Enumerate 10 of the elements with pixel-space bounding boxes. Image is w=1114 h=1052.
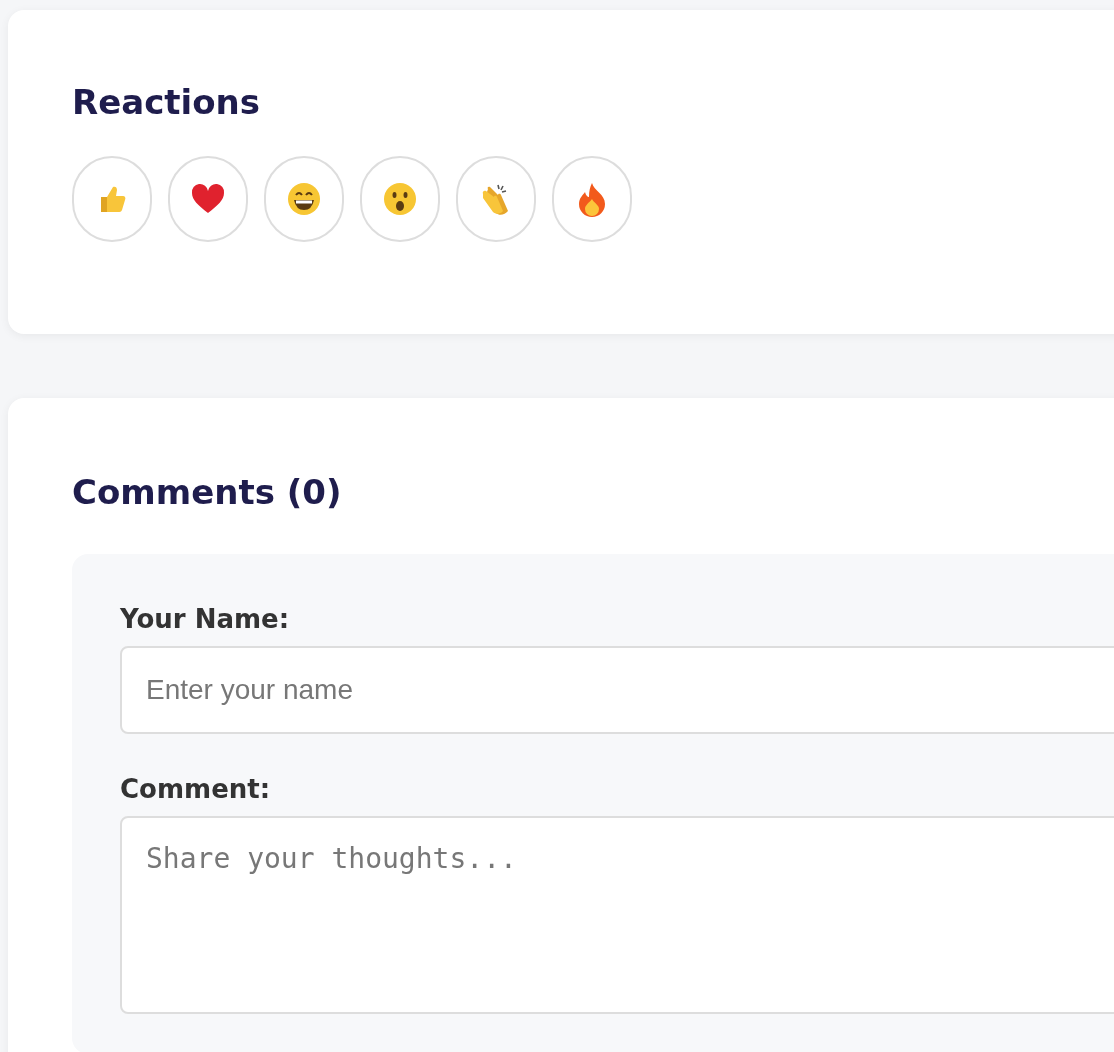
heart-icon [190, 183, 226, 215]
grinning-face-icon [287, 182, 321, 216]
name-input-field[interactable]: Enter your name [120, 646, 1114, 734]
section-title: Comments (0) [72, 472, 343, 512]
flame-icon [577, 181, 607, 217]
section-title: Reactions [72, 82, 262, 122]
name-label: Your Name: [120, 603, 291, 636]
comment-textarea[interactable]: Share your thoughts... [120, 816, 1114, 1014]
surprised-face-icon [383, 182, 417, 216]
comment-label: Comment: [120, 773, 272, 806]
